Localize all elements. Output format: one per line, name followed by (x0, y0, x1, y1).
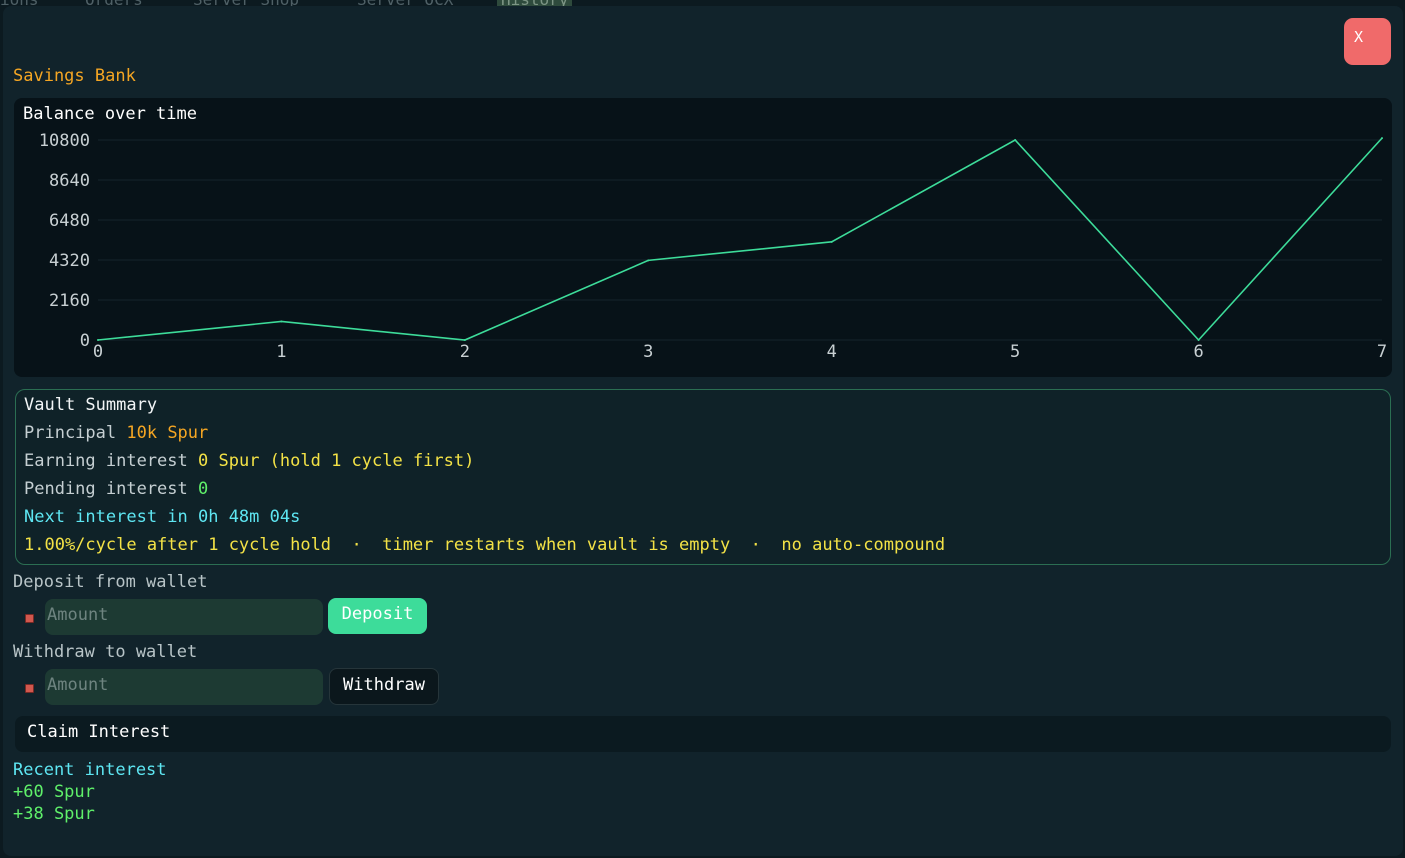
y-tick-label: 2160 (49, 291, 90, 311)
data-point (1381, 137, 1383, 140)
interest-rate-note: 1.00%/cycle after 1 cycle hold · timer r… (24, 535, 946, 555)
coin-icon (25, 684, 34, 693)
earning-interest-value: 0 Spur (hold 1 cycle first) (198, 451, 475, 471)
withdraw-label: Withdraw to wallet (13, 642, 198, 662)
data-point (97, 339, 99, 341)
balance-chart: Balance over time 0 2160 4320 6480 8640 10800… (14, 98, 1392, 377)
window-title: Savings Bank (13, 66, 136, 86)
principal-row: Principal 10k Spur (24, 423, 208, 443)
close-button[interactable]: X (1344, 18, 1391, 65)
x-tick-label: 1 (276, 342, 286, 362)
x-tick-label: 4 (827, 342, 837, 362)
claim-interest-button[interactable]: Claim Interest (15, 716, 1391, 752)
data-point (830, 240, 833, 243)
balance-series-line (97, 137, 1383, 342)
data-point (647, 259, 650, 262)
y-tick-label: 4320 (49, 251, 90, 271)
pending-interest-row: Pending interest 0 (24, 479, 208, 499)
deposit-button[interactable]: Deposit (328, 598, 427, 634)
withdraw-button[interactable]: Withdraw (329, 668, 439, 705)
recent-interest-title: Recent interest (13, 760, 167, 780)
principal-label: Principal (24, 423, 117, 443)
data-point (1014, 139, 1017, 141)
data-point (280, 320, 283, 323)
data-point (463, 339, 466, 341)
principal-value: 10k Spur (126, 423, 209, 443)
x-tick-label: 3 (643, 342, 653, 362)
y-tick-label: 8640 (49, 171, 90, 191)
x-tick-label: 5 (1010, 342, 1020, 362)
x-tick-label: 2 (460, 342, 470, 362)
x-tick-label: 7 (1377, 342, 1387, 362)
deposit-label: Deposit from wallet (13, 572, 208, 592)
y-tick-label: 0 (80, 331, 90, 351)
vault-summary-title: Vault Summary (24, 395, 158, 415)
data-point (1197, 339, 1200, 341)
recent-interest-item: +60 Spur (13, 782, 95, 802)
balance-line-chart: 0 2160 4320 6480 8640 10800 0 1 2 3 4 5 6 7 (39, 131, 1387, 362)
vault-summary-panel: Vault Summary Principal 10k Spur Earning… (15, 389, 1391, 565)
earning-interest-label: Earning interest (24, 451, 188, 471)
pending-interest-value: 0 (198, 479, 209, 499)
y-tick-label: 10800 (39, 131, 90, 151)
coin-icon (25, 614, 34, 623)
recent-interest-item: +38 Spur (13, 804, 95, 824)
earning-interest-row: Earning interest 0 Spur (hold 1 cycle fi… (24, 451, 474, 471)
withdraw-amount-input[interactable]: Amount (45, 669, 323, 705)
deposit-amount-input[interactable]: Amount (45, 599, 323, 635)
x-tick-label: 6 (1193, 342, 1203, 362)
next-interest-timer: Next interest in 0h 48m 04s (24, 507, 301, 527)
pending-interest-label: Pending interest (24, 479, 188, 499)
y-tick-label: 6480 (49, 211, 90, 231)
x-tick-label: 0 (93, 342, 103, 362)
